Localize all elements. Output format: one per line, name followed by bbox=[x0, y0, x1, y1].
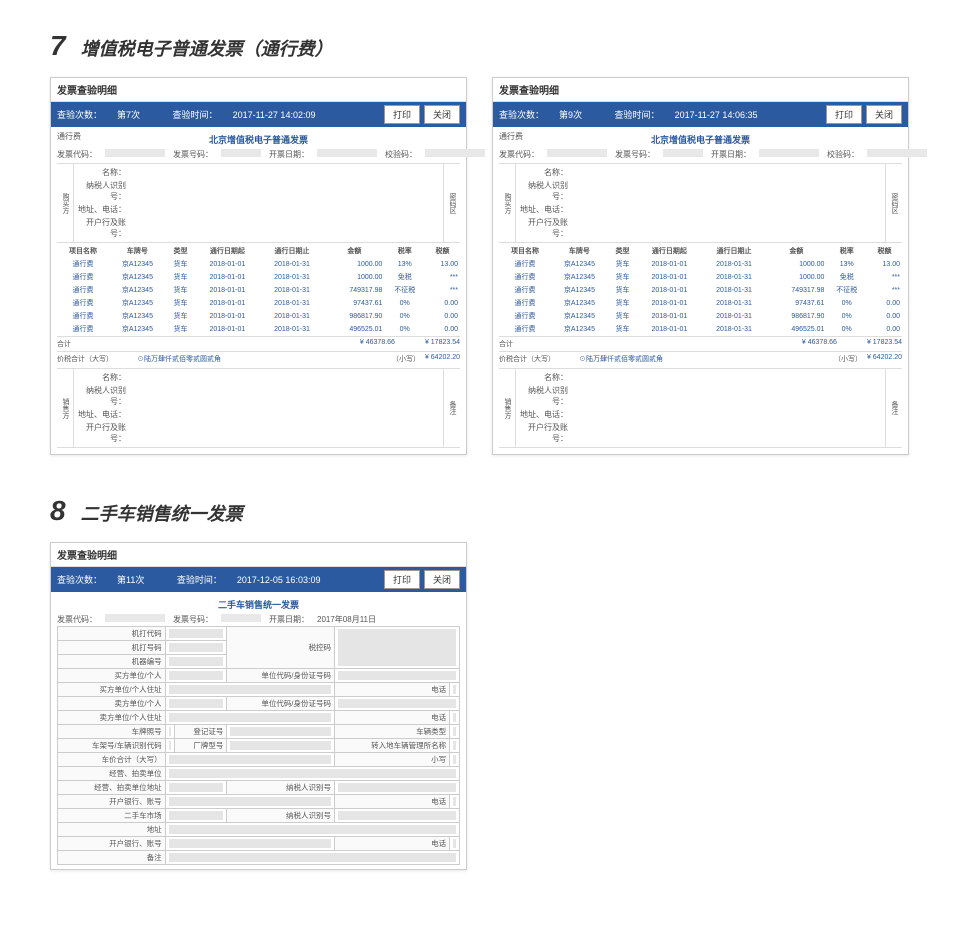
invoice-heading: 北京增值税电子普通发票 bbox=[97, 131, 420, 148]
section-title: 二手车销售统一发票 bbox=[81, 500, 243, 526]
buyer-block: 购买方 名称： 纳税人识别号： 地址、电话： 开户行及账号： 密码区 bbox=[499, 163, 902, 243]
meta-row: 发票代码： 发票号码： 开票日期：2017年08月11日 bbox=[57, 613, 460, 626]
print-button[interactable]: 打印 bbox=[826, 105, 862, 124]
invoice-card-1: 发票查验明细 查验次数：第7次 查验时间：2017-11-27 14:02:09… bbox=[50, 77, 467, 455]
close-button[interactable]: 关闭 bbox=[866, 105, 902, 124]
close-button[interactable]: 关闭 bbox=[424, 105, 460, 124]
section-title: 增值税电子普通发票（通行费） bbox=[81, 35, 333, 61]
check-info: 查验次数：第9次 查验时间：2017-11-27 14:06:35 bbox=[499, 108, 822, 121]
invoice-heading: 二手车销售统一发票 bbox=[57, 596, 460, 613]
invoice-body: 二手车销售统一发票 发票代码： 发票号码： 开票日期：2017年08月11日 机… bbox=[51, 592, 466, 869]
card-info-bar: 查验次数：第9次 查验时间：2017-11-27 14:06:35 打印 关闭 bbox=[493, 102, 908, 127]
seller-block: 销售方 名称： 纳税人识别号： 地址、电话： 开户行及账号： 备注 bbox=[499, 368, 902, 448]
card-info-bar: 查验次数：第11次 查验时间：2017-12-05 16:03:09 打印 关闭 bbox=[51, 567, 466, 592]
total-row: 合计 ¥ 46378.66 ¥ 17823.54 bbox=[57, 336, 460, 351]
usedcar-cards: 发票查验明细 查验次数：第11次 查验时间：2017-12-05 16:03:0… bbox=[50, 542, 933, 870]
upper-total-row: 价税合计（大写） ☉陆万肆仟贰佰零贰圆贰角 （小写） ¥ 64202.20 bbox=[57, 351, 460, 366]
buyer-block: 购买方 名称： 纳税人识别号： 地址、电话： 开户行及账号： 密码区 bbox=[57, 163, 460, 243]
close-button[interactable]: 关闭 bbox=[424, 570, 460, 589]
check-info: 查验次数：第7次 查验时间：2017-11-27 14:02:09 bbox=[57, 108, 380, 121]
invoice-heading: 北京增值税电子普通发票 bbox=[539, 131, 862, 148]
total-row: 合计 ¥ 46378.66 ¥ 17823.54 bbox=[499, 336, 902, 351]
usedcar-card: 发票查验明细 查验次数：第11次 查验时间：2017-12-05 16:03:0… bbox=[50, 542, 467, 870]
seller-block: 销售方 名称： 纳税人识别号： 地址、电话： 开户行及账号： 备注 bbox=[57, 368, 460, 448]
invoice-card-2: 发票查验明细 查验次数：第9次 查验时间：2017-11-27 14:06:35… bbox=[492, 77, 909, 455]
meta-row: 发票代码： 发票号码： 开票日期： 校验码： bbox=[57, 148, 460, 161]
card-title: 发票查验明细 bbox=[51, 543, 466, 567]
toll-type-label: 通行费 bbox=[57, 131, 97, 148]
section-8-header: 8 二手车销售统一发票 bbox=[50, 495, 933, 527]
meta-row: 发票代码： 发票号码： 开票日期： 校验码： bbox=[499, 148, 902, 161]
usedcar-table: 机打代码税控码 机打号码 机器编号 买方单位/个人单位代码/身份证号码 买方单位… bbox=[57, 626, 460, 865]
print-button[interactable]: 打印 bbox=[384, 570, 420, 589]
card-info-bar: 查验次数：第7次 查验时间：2017-11-27 14:02:09 打印 关闭 bbox=[51, 102, 466, 127]
invoice-body: 通行费 北京增值税电子普通发票 发票代码： 发票号码： 开票日期： 校验码： 购… bbox=[493, 127, 908, 454]
invoice-body: 通行费 北京增值税电子普通发票 发票代码： 发票号码： 开票日期： 校验码： 购… bbox=[51, 127, 466, 454]
items-table: 项目名称车牌号类型通行日期起通行日期止金额税率税额 通行费京A12345货车20… bbox=[57, 245, 460, 336]
section-number: 7 bbox=[50, 30, 66, 62]
print-button[interactable]: 打印 bbox=[384, 105, 420, 124]
card-title: 发票查验明细 bbox=[493, 78, 908, 102]
items-table: 项目名称车牌号类型通行日期起通行日期止金额税率税额 通行费京A12345货车20… bbox=[499, 245, 902, 336]
upper-total-row: 价税合计（大写） ☉陆万肆仟贰佰零贰圆贰角 （小写） ¥ 64202.20 bbox=[499, 351, 902, 366]
toll-type-label: 通行费 bbox=[499, 131, 539, 148]
card-title: 发票查验明细 bbox=[51, 78, 466, 102]
check-info: 查验次数：第11次 查验时间：2017-12-05 16:03:09 bbox=[57, 573, 380, 586]
section-7-header: 7 增值税电子普通发票（通行费） bbox=[50, 30, 933, 62]
section-number: 8 bbox=[50, 495, 66, 527]
toll-invoice-cards: 发票查验明细 查验次数：第7次 查验时间：2017-11-27 14:02:09… bbox=[50, 77, 933, 455]
